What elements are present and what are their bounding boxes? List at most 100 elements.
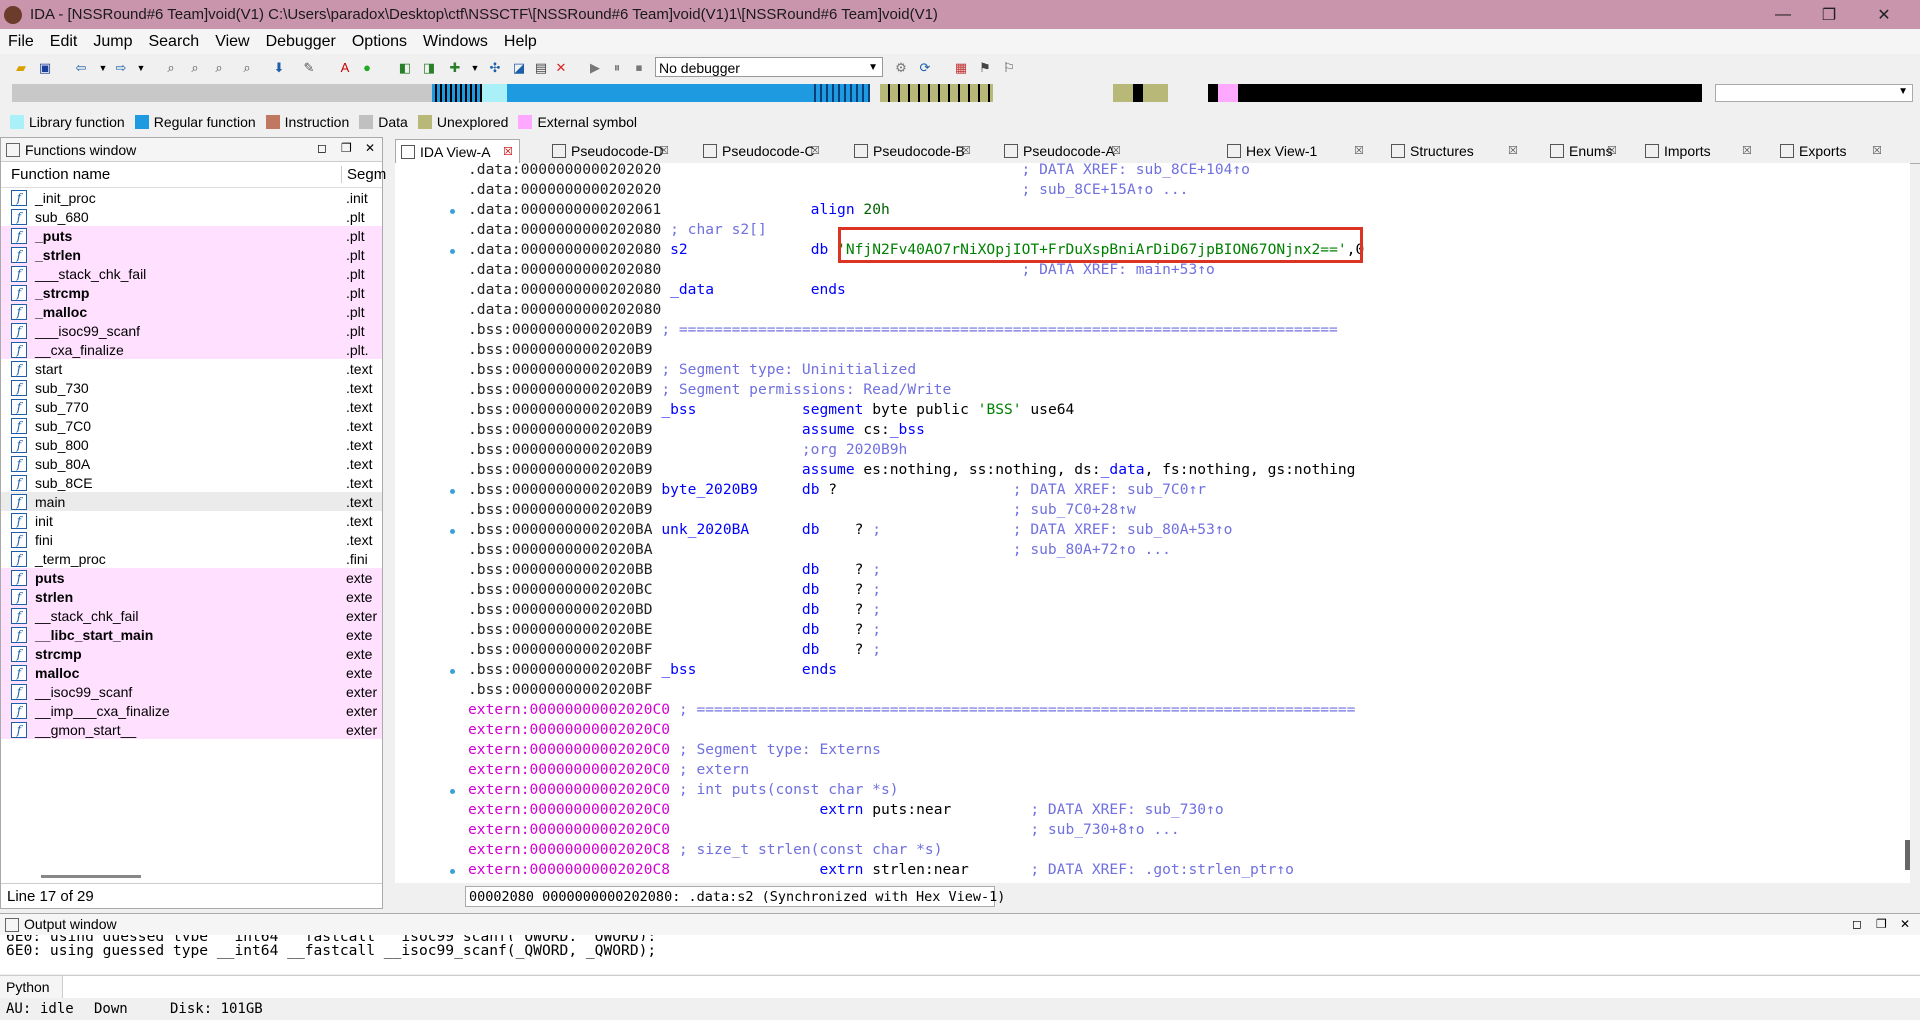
disasm-line[interactable]: .bss:00000000002020BF db ? ; — [468, 640, 881, 660]
function-row[interactable]: f sub_680 .plt — [1, 207, 382, 226]
disasm-line[interactable]: .data:0000000000202080 _data ends — [468, 280, 846, 300]
patch-icon[interactable]: ✎ — [300, 59, 318, 77]
disasm-line[interactable]: extern:00000000002020C8 extrn strlen:nea… — [468, 860, 1294, 880]
run-circle-icon[interactable]: ● — [358, 59, 376, 77]
tab-close-icon[interactable]: ☒ — [659, 139, 669, 163]
tab-pseudocode-b[interactable]: Pseudocode-B ☒ — [849, 139, 979, 163]
attach-icon[interactable]: ⚙ — [892, 59, 910, 77]
restore-button[interactable]: ❐ — [1806, 0, 1852, 29]
menu-search[interactable]: Search — [140, 33, 207, 51]
disasm-line[interactable]: .bss:00000000002020B9 ; Segment type: Un… — [468, 360, 916, 380]
disasm-line[interactable]: extern:00000000002020C0 ; int puts(const… — [468, 780, 899, 800]
disasm-line[interactable]: .bss:00000000002020BF _bss ends — [468, 660, 837, 680]
function-row[interactable]: f __cxa_finalize .plt. — [1, 340, 382, 359]
search-immediate-icon[interactable]: ⌕ — [238, 59, 256, 77]
disasm-line[interactable]: .bss:00000000002020B9 — [468, 340, 653, 360]
tab-imports[interactable]: Imports ☒ — [1640, 139, 1760, 163]
menu-view[interactable]: View — [207, 33, 257, 51]
undock-icon[interactable]: ❐ — [1876, 914, 1887, 935]
function-row[interactable]: f strcmp exte — [1, 644, 382, 663]
function-row[interactable]: f sub_8CE .text — [1, 473, 382, 492]
tab-enums[interactable]: Enums ☒ — [1545, 139, 1625, 163]
function-row[interactable]: f sub_800 .text — [1, 435, 382, 454]
function-row[interactable]: f __imp___cxa_finalize exter — [1, 701, 382, 720]
breakpoint-add-icon[interactable]: ⚑ — [976, 59, 994, 77]
menu-file[interactable]: File — [0, 33, 42, 51]
close-icon[interactable]: ✕ — [1900, 914, 1910, 935]
disasm-line[interactable]: .bss:00000000002020BB db ? ; — [468, 560, 881, 580]
function-row[interactable]: f sub_770 .text — [1, 397, 382, 416]
disasm-line[interactable]: .data:0000000000202080 ; DATA XREF: main… — [468, 260, 1215, 280]
function-row[interactable]: f _init_proc .init — [1, 188, 382, 207]
menu-options[interactable]: Options — [344, 33, 415, 51]
pause-icon[interactable]: ⏸ — [608, 59, 626, 77]
disasm-line[interactable]: extern:00000000002020C0 extrn puts:near … — [468, 800, 1224, 820]
horizontal-scrollbar[interactable] — [41, 875, 141, 878]
add-data-icon[interactable]: ◨ — [420, 59, 438, 77]
disasm-line[interactable]: extern:00000000002020C0 — [468, 720, 670, 740]
function-row[interactable]: f sub_80A .text — [1, 454, 382, 473]
disasm-line[interactable]: .bss:00000000002020B9 assume cs:_bss — [468, 420, 925, 440]
navigation-band[interactable] — [12, 84, 1702, 102]
tab-close-icon[interactable]: ☒ — [1508, 139, 1518, 163]
vertical-scrollbar[interactable] — [1905, 840, 1910, 870]
disasm-line[interactable]: .bss:00000000002020B9 assume es:nothing,… — [468, 460, 1355, 480]
menu-windows[interactable]: Windows — [415, 33, 496, 51]
disasm-line[interactable]: extern:00000000002020C0 ; ==============… — [468, 700, 1355, 720]
disasm-line[interactable]: .bss:00000000002020BC db ? ; — [468, 580, 881, 600]
graph-icon[interactable]: ◪ — [510, 59, 528, 77]
tab-hex-view-1[interactable]: Hex View-1 ☒ — [1222, 139, 1372, 163]
tab-ida-view-a[interactable]: IDA View-A ☒ — [395, 139, 520, 163]
disasm-line[interactable]: .bss:00000000002020B9 byte_2020B9 db ? ;… — [468, 480, 1206, 500]
function-row[interactable]: f _strlen .plt — [1, 245, 382, 264]
tab-exports[interactable]: Exports ☒ — [1775, 139, 1890, 163]
tab-close-icon[interactable]: ☒ — [503, 140, 513, 164]
expand-icon[interactable]: ✚ — [446, 59, 464, 77]
expand-dropdown-icon[interactable]: ▼ — [466, 59, 484, 77]
close-button[interactable]: ✕ — [1852, 0, 1916, 29]
minimize-button[interactable]: — — [1760, 0, 1806, 29]
menu-debugger[interactable]: Debugger — [258, 33, 344, 51]
function-row[interactable]: f strlen exte — [1, 587, 382, 606]
disasm-line[interactable]: extern:00000000002020C0 ; sub_730+8↑o ..… — [468, 820, 1180, 840]
disasm-line[interactable]: .bss:00000000002020BA ; sub_80A+72↑o ... — [468, 540, 1171, 560]
search-next-icon[interactable]: ⌕ — [210, 59, 228, 77]
disasm-line[interactable]: .data:0000000000202080 — [468, 300, 661, 320]
nav-combo[interactable]: ▼ — [1715, 84, 1913, 102]
disasm-line[interactable]: extern:00000000002020C8 ; size_t strlen(… — [468, 840, 942, 860]
function-row[interactable]: f sub_730 .text — [1, 378, 382, 397]
function-row[interactable]: f _puts .plt — [1, 226, 382, 245]
text-search-icon[interactable]: ⌕ — [186, 59, 204, 77]
function-row[interactable]: f main .text — [1, 492, 382, 511]
function-row[interactable]: f puts exte — [1, 568, 382, 587]
function-row[interactable]: f ___stack_chk_fail .plt — [1, 264, 382, 283]
stop-icon[interactable]: ⏹ — [630, 59, 648, 77]
breakpoint-list-icon[interactable]: ▦ — [952, 59, 970, 77]
function-row[interactable]: f _strcmp .plt — [1, 283, 382, 302]
menu-help[interactable]: Help — [496, 33, 545, 51]
debugger-select[interactable]: No debugger ▼ — [655, 57, 883, 77]
disasm-line[interactable]: .bss:00000000002020B9 ; Segment permissi… — [468, 380, 951, 400]
undock-icon[interactable]: ❐ — [341, 141, 352, 155]
jump-down-icon[interactable]: ⬇ — [270, 59, 288, 77]
forward-dropdown-icon[interactable]: ▼ — [132, 59, 150, 77]
struct-icon[interactable]: ▤ — [532, 59, 550, 77]
tab-pseudocode-c[interactable]: Pseudocode-C ☒ — [698, 139, 828, 163]
tab-close-icon[interactable]: ☒ — [1607, 139, 1617, 163]
function-row[interactable]: f malloc exte — [1, 663, 382, 682]
disasm-line[interactable]: .bss:00000000002020B9 ;org 2020B9h — [468, 440, 907, 460]
function-row[interactable]: f start .text — [1, 359, 382, 378]
float-icon[interactable]: ◻ — [317, 141, 327, 155]
disasm-line[interactable]: .data:0000000000202080 ; char s2[] — [468, 220, 767, 240]
function-row[interactable]: f _term_proc .fini — [1, 549, 382, 568]
tab-close-icon[interactable]: ☒ — [1111, 139, 1121, 163]
python-button[interactable]: Python — [0, 976, 63, 998]
function-row[interactable]: f __stack_chk_fail exter — [1, 606, 382, 625]
tab-close-icon[interactable]: ☒ — [961, 139, 971, 163]
function-row[interactable]: f sub_7C0 .text — [1, 416, 382, 435]
disasm-line[interactable]: .data:0000000000202020 ; DATA XREF: sub_… — [468, 163, 1250, 180]
xref-icon[interactable]: ✣ — [486, 59, 504, 77]
delete-icon[interactable]: ✕ — [552, 59, 570, 77]
disasm-line[interactable]: .bss:00000000002020B9 _bss segment byte … — [468, 400, 1074, 420]
start-debug-icon[interactable]: ▶ — [586, 59, 604, 77]
